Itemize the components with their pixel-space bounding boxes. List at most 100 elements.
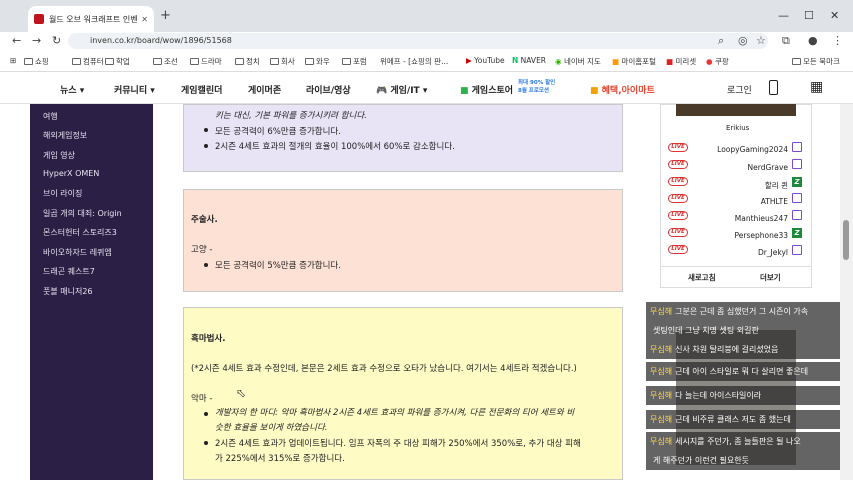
live-badge: LIVE [668, 143, 688, 152]
tab-bar: 월드 오브 워크래프트 인벤 : 인 ✕ + — ☐ ✕ [0, 0, 853, 32]
sidebar-item[interactable]: 일곱 개의 대죄: Origin [43, 208, 122, 219]
extensions-icon[interactable]: ⧉ [782, 34, 790, 48]
live-badge: LIVE [668, 245, 688, 254]
bookmark-7[interactable]: 와우 [305, 56, 330, 67]
new-tab-icon[interactable]: + [160, 8, 171, 23]
window-close-icon[interactable]: ✕ [830, 9, 839, 22]
bookmark-3[interactable]: 조선 [153, 56, 178, 67]
sidebar-item[interactable]: 게임 영상 [43, 150, 75, 161]
sidebar-item[interactable]: 풋볼 매니저26 [43, 286, 93, 297]
store-icon: ■ [460, 86, 469, 96]
chzzk-icon: Z [792, 228, 802, 238]
bookmark-12[interactable]: ◉ 네이버 지도 [555, 56, 601, 67]
warlock-line: 가 225%에서 315%로 증가합니다. [215, 454, 345, 464]
sidebar-item[interactable]: 해외게임정보 [43, 130, 87, 141]
scrollbar-thumb[interactable] [843, 220, 849, 260]
back-icon[interactable]: ← [12, 34, 21, 47]
chat-message: 무심해 근데 아이 스타일로 뭐 다 살리면 좋은데 [646, 362, 842, 381]
chat-message: 무심해 세시지를 주던가, 좀 늘들판은 될 나오 [646, 432, 842, 451]
mobile-icon[interactable] [769, 80, 778, 95]
bookmark-8[interactable]: 포럼 [342, 56, 367, 67]
streamer-name[interactable]: 할리 퀸 [688, 180, 788, 191]
streamer-name[interactable]: Manthieus247 [688, 214, 788, 223]
sidebar-item[interactable]: 브이 라이징 [43, 188, 82, 199]
bookmark-14[interactable]: ■ 미리셋 [666, 56, 696, 67]
menu-icon[interactable]: ⋮ [832, 34, 843, 47]
warlock-note: (*2시즌 4세트 효과 수정인데, 본문은 2세트 효과 수정으로 오타가 났… [191, 364, 577, 374]
reload-icon[interactable]: ↻ [52, 34, 61, 47]
twitch-icon [792, 193, 802, 203]
browser-tab[interactable]: 월드 오브 워크래프트 인벤 : 인 ✕ [28, 6, 154, 32]
stream-thumbnail[interactable] [676, 104, 796, 116]
bookmark-11[interactable]: N NAVER [512, 56, 546, 65]
bullet [204, 144, 208, 148]
refresh-button[interactable]: 새로고침 [688, 272, 716, 283]
rogue-line: 모든 공격력이 6%만큼 증가합니다. [215, 127, 341, 137]
grid-menu-icon[interactable]: ▦ [810, 80, 823, 94]
streamer-name[interactable]: LoopyGaming2024 [688, 145, 788, 154]
star-icon[interactable]: ☆ [756, 34, 766, 47]
bookmark-4[interactable]: 드라마 [190, 56, 222, 67]
profile-icon[interactable]: ● [808, 34, 818, 47]
bookmark-15[interactable]: ● 쿠팡 [706, 56, 729, 67]
nav-store[interactable]: ■ 게임스토어 [460, 83, 513, 96]
more-button[interactable]: 더보기 [760, 272, 781, 283]
sidebar-item[interactable]: 여행 [43, 111, 58, 122]
bookmark-5[interactable]: 정치 [235, 56, 260, 67]
mouse-cursor-icon: ⬁ [236, 386, 247, 400]
forward-icon[interactable]: → [32, 34, 41, 47]
gift-icon: ■ [590, 86, 599, 96]
top-streamer-name[interactable]: Erikius [726, 124, 749, 132]
close-icon[interactable]: ✕ [141, 15, 148, 24]
live-badge: LIVE [668, 177, 688, 186]
shaman-section [183, 189, 623, 292]
nav-gamerzone[interactable]: 게이머존 [248, 83, 281, 96]
url-input[interactable]: inven.co.kr/board/wow/1896/51568 [68, 33, 768, 49]
shaman-spec: 고양 - [191, 245, 213, 255]
nav-live[interactable]: 라이브/영상 [306, 83, 351, 96]
warlock-line: 슷한 효율을 보이게 하였습니다. [215, 423, 328, 433]
nav-benefit[interactable]: ■ 혜택,아이마트 [590, 83, 655, 96]
nav-community[interactable]: 커뮤니티 ▾ [114, 83, 155, 96]
bookmark-16[interactable]: 모든 북마크 [792, 56, 840, 67]
twitch-icon [792, 210, 802, 220]
divider [660, 266, 812, 267]
eye-icon[interactable]: ◎ [738, 34, 748, 47]
zoom-icon[interactable]: ⌕ [718, 34, 724, 48]
site-nav: 뉴스 ▾ 커뮤니티 ▾ 게임캘린더 게이머존 라이브/영상 🎮 게임/IT ▾ … [0, 72, 853, 104]
nav-news[interactable]: 뉴스 ▾ [60, 83, 84, 96]
streamer-name[interactable]: Dr_Jekyl [688, 248, 788, 257]
chzzk-icon: Z [792, 177, 802, 187]
bookmark-13[interactable]: ■ 마이홈포털 [612, 56, 656, 67]
sidebar-item[interactable]: HyperX OMEN [43, 169, 99, 178]
shaman-title: 주술사. [191, 215, 218, 225]
bullet [204, 412, 208, 416]
streamer-name[interactable]: ATHLTE [688, 197, 788, 206]
nav-calendar[interactable]: 게임캘린더 [181, 83, 222, 96]
minimize-icon[interactable]: — [778, 9, 789, 22]
live-badge: LIVE [668, 228, 688, 237]
bookmark-10[interactable]: ▶ YouTube [466, 56, 505, 65]
nav-game-it[interactable]: 🎮 게임/IT ▾ [376, 83, 427, 96]
bookmark-1[interactable]: 컴퓨터 [72, 56, 104, 67]
live-badge: LIVE [668, 211, 688, 220]
apps-icon[interactable]: ⊞ [10, 56, 16, 65]
login-link[interactable]: 로그인 [727, 83, 752, 96]
sidebar: 여행 해외게임정보 게임 영상 HyperX OMEN 브이 라이징 일곱 개의… [30, 104, 153, 480]
sidebar-item[interactable]: 몬스터헌터 스토리즈3 [43, 227, 117, 238]
sidebar-item[interactable]: 바이오하자드 레퀴엠 [43, 247, 112, 258]
streamer-name[interactable]: NerdGrave [688, 163, 788, 172]
bullet [204, 128, 208, 132]
scrollbar-track[interactable] [840, 104, 853, 480]
chat-message: 무심해 신사 차원 탈리붕에 걸리셨었음 [646, 340, 842, 359]
sidebar-item[interactable]: 드래곤 퀘스트7 [43, 266, 95, 277]
promo-badge[interactable]: 최대 90% 할인 8월 프로모션 [518, 79, 560, 95]
twitch-icon [792, 159, 802, 169]
maximize-icon[interactable]: ☐ [804, 9, 814, 22]
bookmark-6[interactable]: 회사 [270, 56, 295, 67]
bookmark-9[interactable]: 위메프 - [쇼핑의 판... [380, 56, 468, 67]
rogue-line: 키는 대신, 기본 파워를 증가시키려 합니다. [215, 111, 367, 121]
bookmark-0[interactable]: 쇼핑 [24, 56, 49, 67]
streamer-name[interactable]: Persephone33 [688, 231, 789, 240]
bookmark-2[interactable]: 학업 [105, 56, 130, 67]
